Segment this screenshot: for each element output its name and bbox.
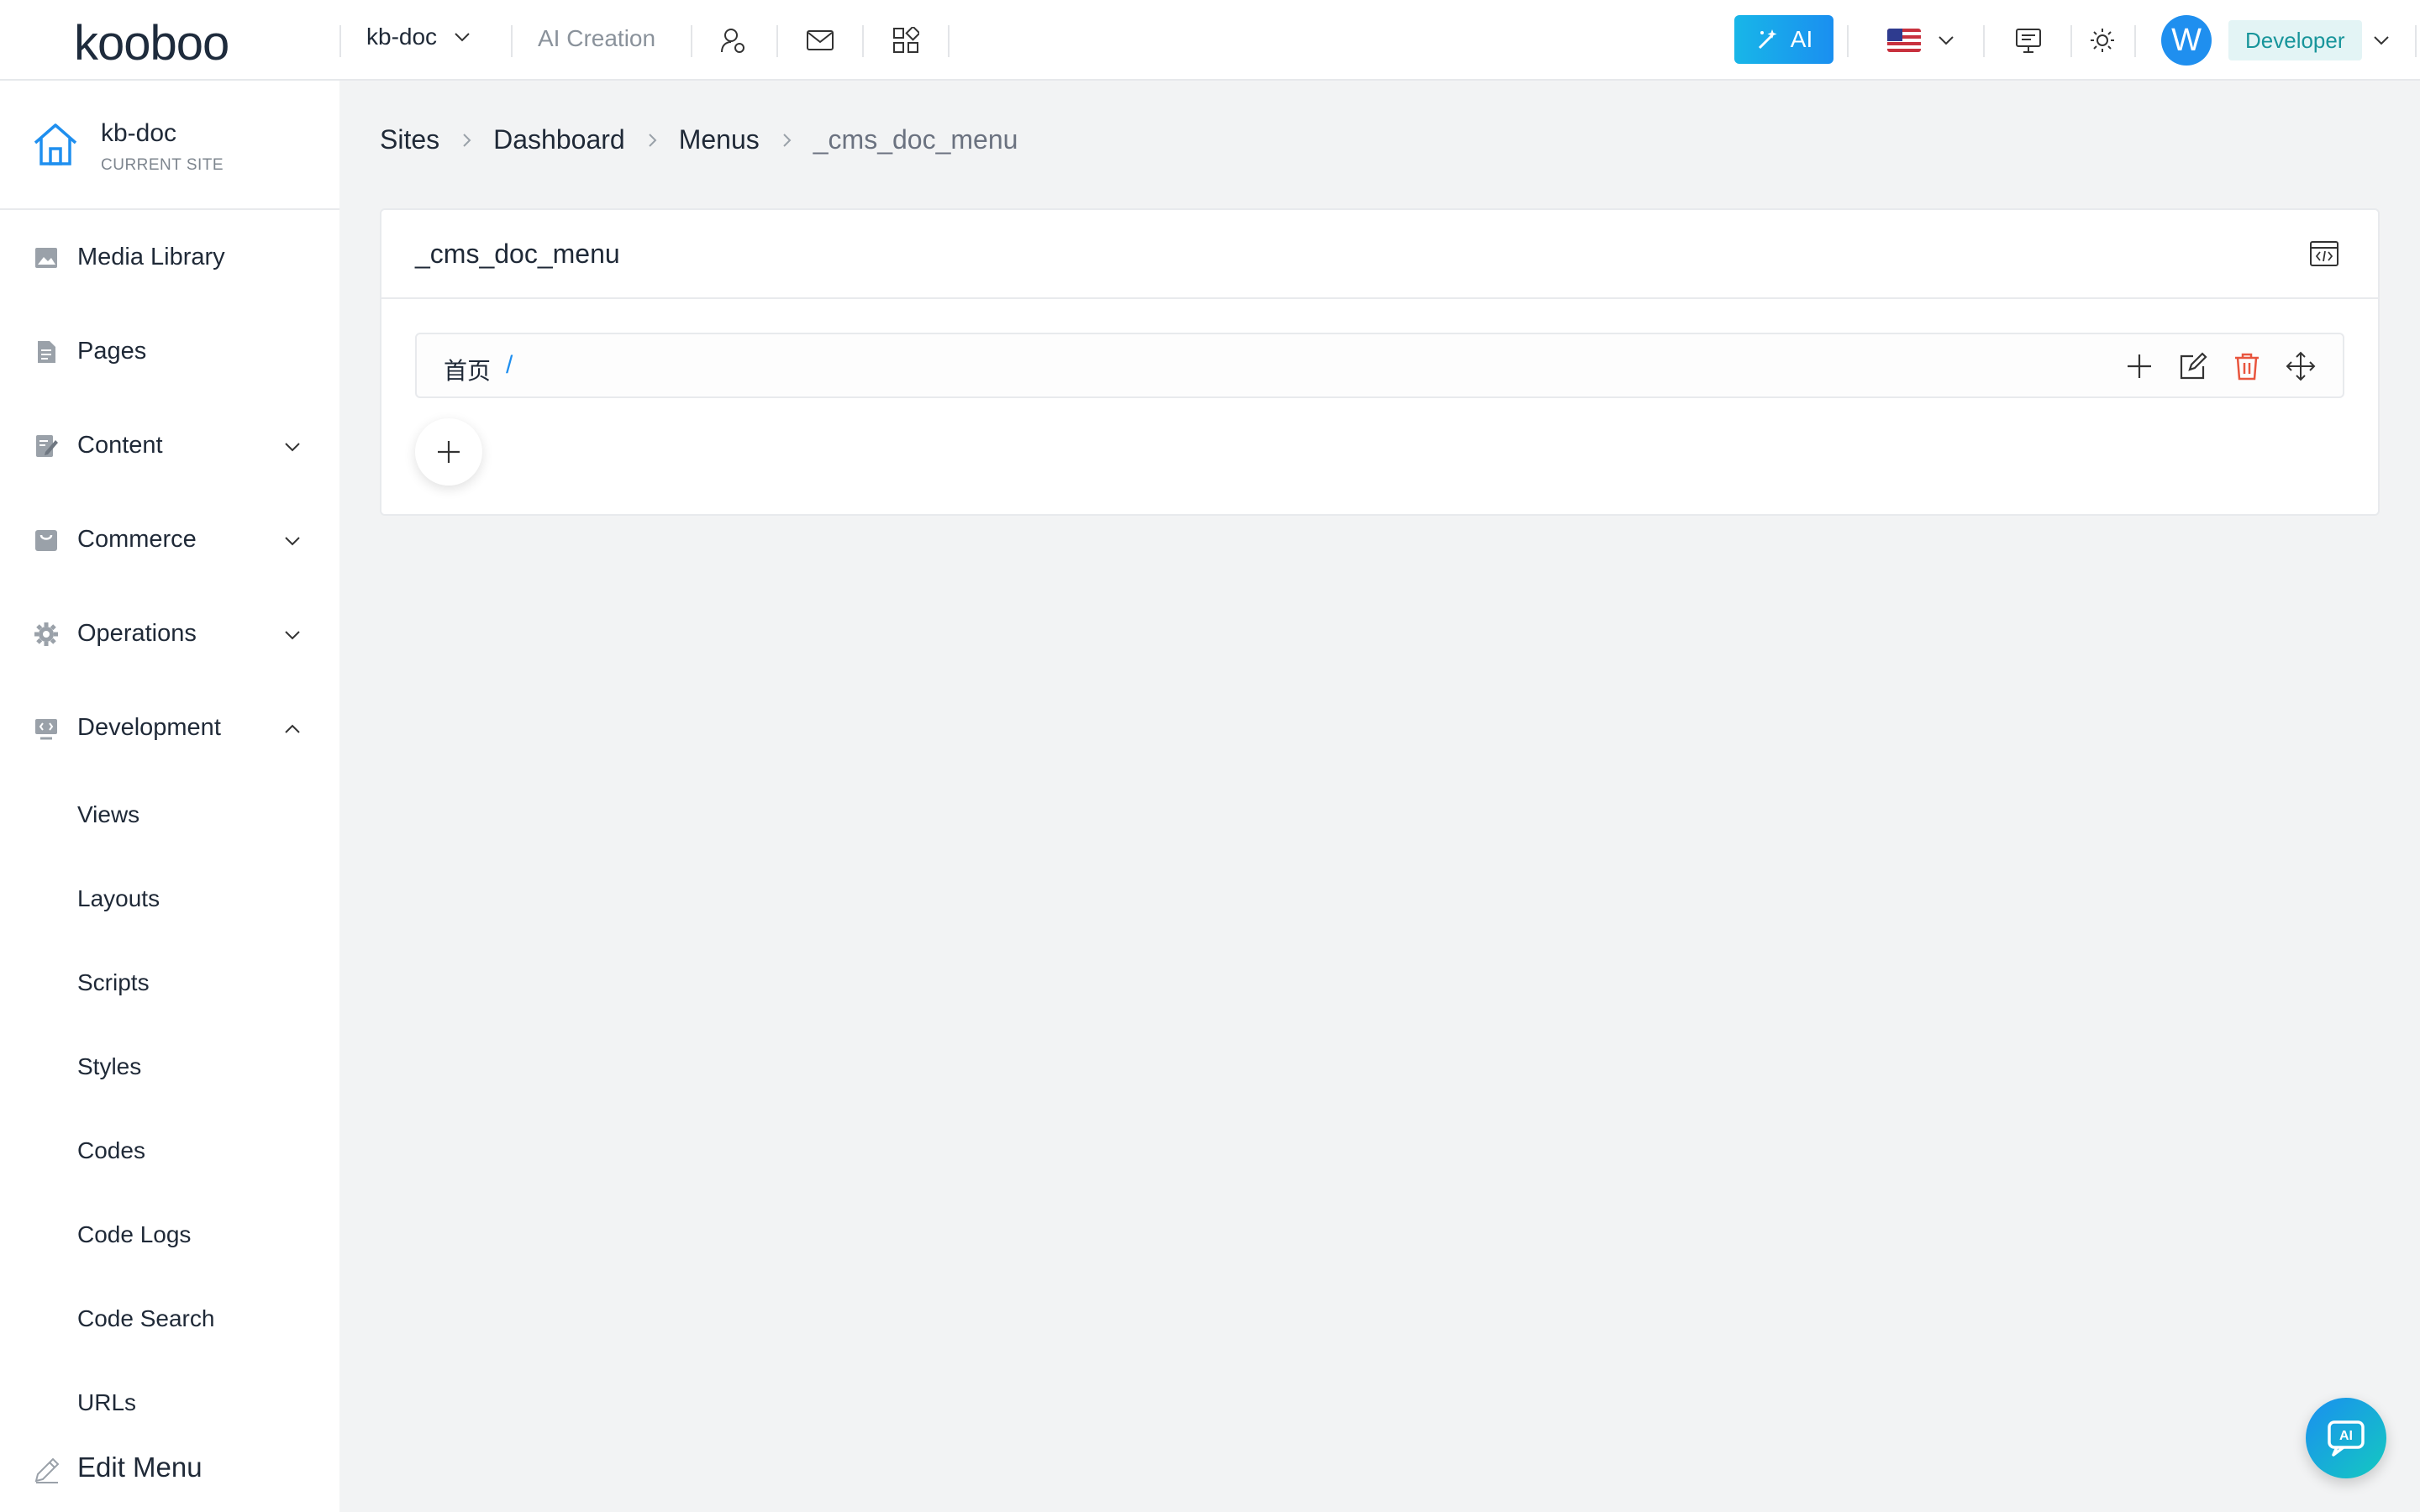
sidebar-item-content[interactable]: Content (0, 415, 339, 475)
divider (691, 25, 692, 57)
sidebar-item-development[interactable]: Development (0, 697, 339, 758)
ai-chat-fab[interactable]: AI (2306, 1398, 2386, 1478)
sidebar-item-label: Content (77, 431, 163, 459)
language-chevron-down-icon[interactable] (1928, 22, 1965, 59)
breadcrumb-current: _cms_doc_menu (813, 124, 1018, 155)
svg-text:AI: AI (2339, 1429, 2353, 1443)
sidebar-item-label: Operations (77, 619, 197, 647)
sidebar: kb-doc CURRENT SITE Media Library Pages … (0, 81, 339, 1512)
divider (776, 25, 778, 57)
shop-icon (34, 528, 59, 553)
breadcrumb-dashboard[interactable]: Dashboard (493, 124, 625, 155)
menu-item-actions (2123, 349, 2317, 383)
divider (948, 25, 950, 57)
sidebar-subitem-layouts[interactable]: Layouts (77, 885, 160, 912)
divider (2070, 25, 2072, 57)
pencil-icon (32, 1455, 62, 1485)
sidebar-item-operations[interactable]: Operations (0, 603, 339, 664)
code-view-icon[interactable] (2309, 240, 2339, 267)
sidebar-item-media-library[interactable]: Media Library (0, 227, 339, 287)
sidebar-item-label: Development (77, 713, 221, 741)
sidebar-item-commerce[interactable]: Commerce (0, 509, 339, 570)
code-icon (34, 716, 59, 741)
breadcrumb-menus[interactable]: Menus (679, 124, 760, 155)
sidebar-item-label: Pages (77, 337, 147, 365)
menu-item-name: 首页 (444, 358, 492, 384)
content-icon (34, 433, 59, 459)
chevron-down-icon (282, 531, 302, 551)
kooboo-logo[interactable]: kooboo (74, 15, 229, 71)
card-title: _cms_doc_menu (415, 239, 620, 269)
chevron-down-icon (282, 437, 302, 457)
menu-item-url[interactable]: / (506, 351, 513, 380)
role-badge: Developer (2228, 20, 2362, 60)
gear-icon (34, 622, 59, 647)
ai-button[interactable]: AI (1734, 15, 1833, 64)
page-icon (34, 339, 59, 365)
edit-menu-label: Edit Menu (77, 1452, 203, 1483)
us-flag-icon[interactable] (1887, 29, 1921, 52)
menu-editor-card: _cms_doc_menu 首页 / (380, 208, 2380, 516)
top-bar: kooboo kb-doc AI Creation AI W Developer (0, 0, 2420, 81)
magic-wand-icon (1755, 27, 1781, 52)
ai-creation-link[interactable]: AI Creation (538, 25, 655, 52)
divider (1847, 25, 1849, 57)
add-child-icon[interactable] (2123, 349, 2156, 383)
divider (2134, 25, 2136, 57)
divider (2415, 25, 2417, 57)
ai-chat-icon: AI (2325, 1417, 2367, 1459)
sidebar-subitem-code-search[interactable]: Code Search (77, 1305, 214, 1332)
image-icon (34, 245, 59, 270)
sidebar-item-label: Media Library (77, 243, 225, 270)
mail-icon[interactable] (802, 22, 839, 59)
sidebar-subitem-views[interactable]: Views (77, 801, 139, 828)
current-site-name: kb-doc (101, 119, 177, 147)
presentation-icon[interactable] (2010, 22, 2047, 59)
site-selector-label: kb-doc (366, 24, 438, 50)
sidebar-subitem-codes[interactable]: Codes (77, 1137, 145, 1164)
sidebar-subitem-scripts[interactable]: Scripts (77, 969, 150, 996)
sidebar-subitem-styles[interactable]: Styles (77, 1053, 141, 1080)
sidebar-subitem-code-logs[interactable]: Code Logs (77, 1221, 191, 1248)
add-menu-item-button[interactable] (415, 418, 482, 486)
chevron-right-icon (458, 132, 475, 149)
user-avatar[interactable]: W (2161, 15, 2212, 66)
breadcrumb-sites[interactable]: Sites (380, 124, 439, 155)
chevron-down-icon (452, 27, 472, 47)
breadcrumb: Sites Dashboard Menus _cms_doc_menu (380, 124, 1018, 155)
delete-icon[interactable] (2230, 349, 2264, 383)
divider (862, 25, 864, 57)
apps-grid-icon[interactable] (887, 22, 924, 59)
chevron-right-icon (778, 132, 795, 149)
sidebar-item-label: Commerce (77, 525, 197, 553)
site-selector[interactable]: kb-doc (366, 24, 472, 50)
menu-item-row: 首页 / (415, 333, 2344, 398)
home-icon (32, 121, 79, 168)
plus-icon (436, 439, 461, 465)
sidebar-item-pages[interactable]: Pages (0, 321, 339, 381)
sidebar-subitem-urls[interactable]: URLs (77, 1389, 136, 1416)
account-chevron-down-icon[interactable] (2363, 22, 2400, 59)
chevron-down-icon (282, 625, 302, 645)
edit-menu-button[interactable]: Edit Menu (0, 1438, 339, 1499)
ai-button-label: AI (1790, 26, 1813, 52)
divider (339, 25, 341, 57)
divider (1983, 25, 1985, 57)
chevron-right-icon (644, 132, 660, 149)
card-header: _cms_doc_menu (381, 210, 2378, 299)
user-settings-icon[interactable] (715, 22, 752, 59)
move-icon[interactable] (2284, 349, 2317, 383)
sun-theme-icon[interactable] (2084, 22, 2121, 59)
edit-icon[interactable] (2176, 349, 2210, 383)
divider (511, 25, 513, 57)
current-site[interactable]: kb-doc CURRENT SITE (0, 81, 339, 210)
current-site-label: CURRENT SITE (101, 156, 224, 174)
chevron-up-icon (282, 719, 302, 739)
